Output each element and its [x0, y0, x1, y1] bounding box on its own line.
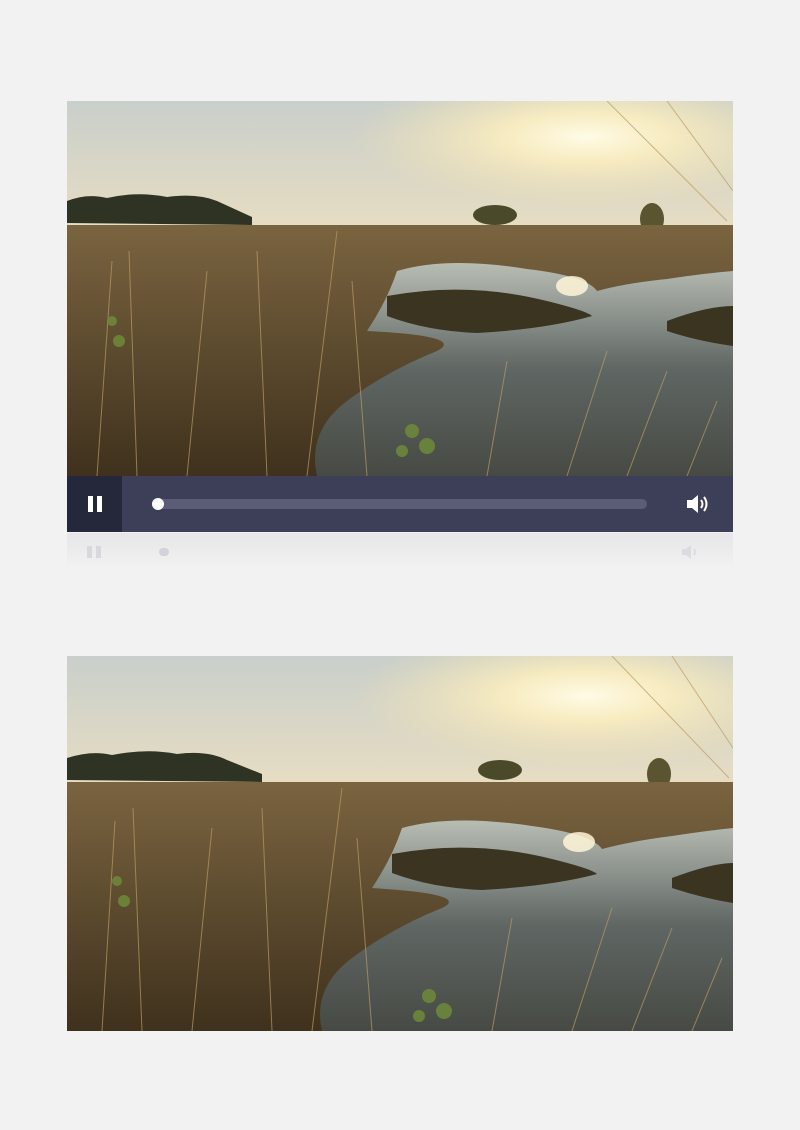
volume-button[interactable] — [673, 476, 723, 532]
pause-icon — [87, 496, 102, 512]
volume-icon — [687, 495, 708, 513]
progress-scrubber[interactable] — [152, 498, 164, 510]
control-bar-reflection — [67, 533, 733, 569]
scrubber-reflection — [159, 548, 169, 556]
pause-button[interactable] — [67, 476, 122, 532]
volume-icon-reflection — [682, 545, 696, 559]
video-frame[interactable] — [67, 101, 733, 476]
progress-bar[interactable] — [152, 498, 647, 510]
pause-icon-reflection — [87, 546, 103, 558]
still-frame — [67, 656, 733, 1031]
player-control-bar — [67, 476, 733, 532]
sunset-marsh-scene — [67, 101, 733, 476]
sunset-marsh-scene — [67, 656, 733, 1031]
